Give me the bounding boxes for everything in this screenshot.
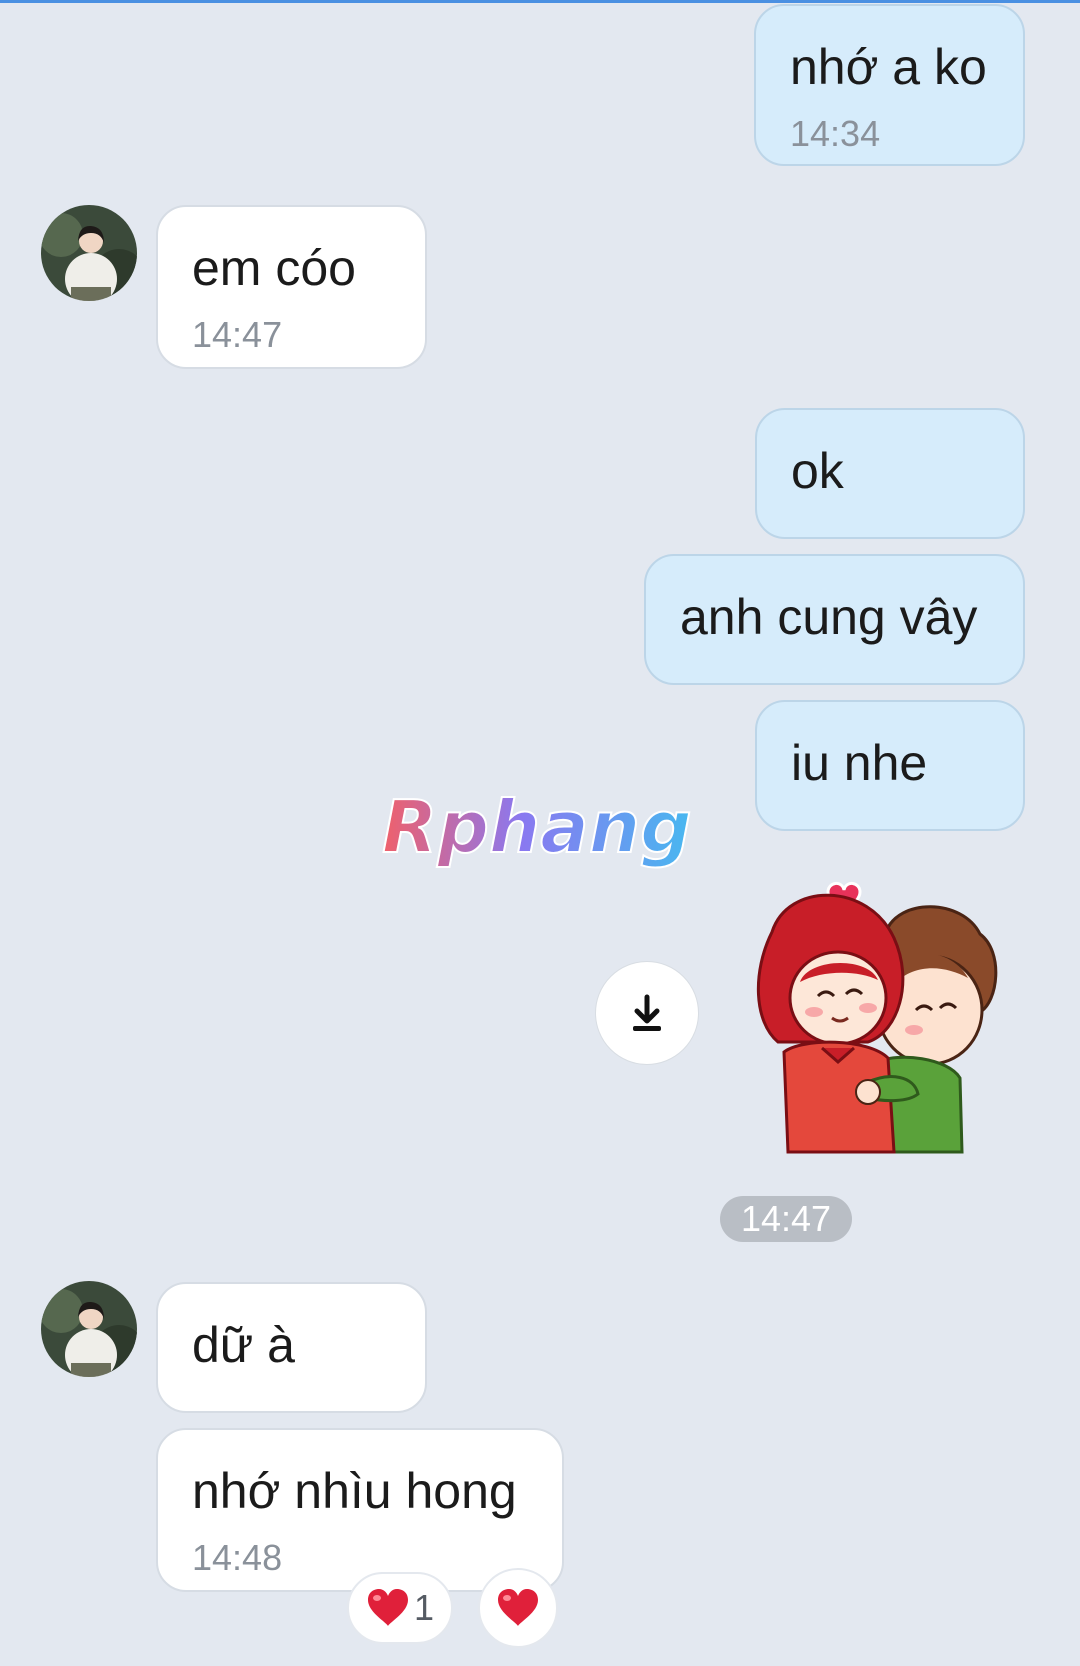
reaction-count: 1 [413, 1587, 435, 1628]
watermark-logo: Rphang [378, 782, 708, 882]
avatar[interactable] [41, 205, 137, 301]
message-bubble-outgoing[interactable]: iu nhe [755, 700, 1025, 831]
message-text: dữ à [192, 1317, 295, 1373]
top-accent-line [0, 0, 1080, 3]
message-time: 14:34 [790, 113, 881, 154]
message-text: iu nhe [791, 735, 928, 791]
message-text: nhớ nhìu hong [192, 1463, 517, 1519]
download-icon [633, 994, 661, 1031]
avatar[interactable] [41, 1281, 137, 1377]
message-time: 14:47 [192, 314, 283, 355]
message-bubble-incoming[interactable]: nhớ nhìu hong 14:48 [156, 1428, 564, 1592]
download-button[interactable] [595, 961, 699, 1065]
watermark-text: Rphang [382, 785, 692, 869]
message-bubble-outgoing[interactable]: ok [755, 408, 1025, 539]
message-bubble-incoming[interactable]: dữ à [156, 1282, 427, 1413]
message-text: nhớ a ko [790, 39, 987, 95]
react-button[interactable] [478, 1568, 558, 1648]
message-bubble-outgoing[interactable]: anh cung vây [644, 554, 1025, 685]
sticker-couple-hug[interactable] [718, 862, 1024, 1162]
message-time: 14:48 [192, 1537, 283, 1578]
reaction-summary[interactable]: 1 [347, 1572, 453, 1644]
message-bubble-outgoing[interactable]: nhớ a ko 14:34 [754, 4, 1025, 166]
message-text: em cóo [192, 240, 356, 296]
sticker-time-badge: 14:47 [720, 1196, 852, 1242]
heart-icon [367, 1589, 408, 1626]
message-bubble-incoming[interactable]: em cóo 14:47 [156, 205, 427, 369]
message-text: ok [791, 443, 844, 499]
message-text: anh cung vây [680, 589, 978, 645]
heart-icon [498, 1589, 538, 1626]
